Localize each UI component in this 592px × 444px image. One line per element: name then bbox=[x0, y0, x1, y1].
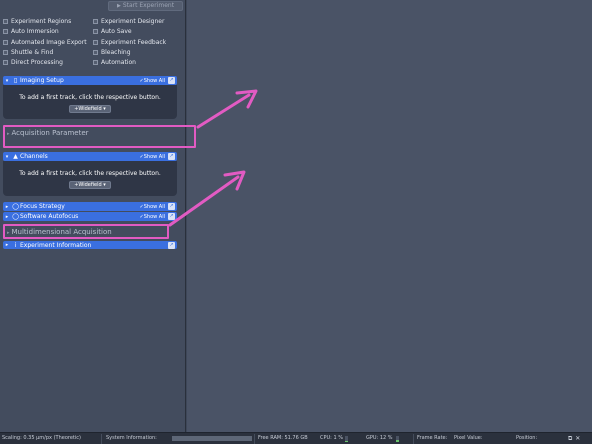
cpu-meter bbox=[345, 436, 348, 442]
status-bar: Scaling: 0.35 µm/px (Theoretic) System I… bbox=[0, 432, 592, 444]
status-frame-rate: Frame Rate: bbox=[417, 435, 448, 441]
status-divider bbox=[254, 434, 255, 444]
gpu-meter bbox=[396, 436, 399, 442]
annotation-arrows bbox=[168, 89, 258, 227]
close-icon[interactable]: ✕ bbox=[575, 435, 580, 443]
annotation-arrow-upper bbox=[196, 89, 258, 129]
status-scaling: Scaling: 0.35 µm/px (Theoretic) bbox=[2, 435, 81, 441]
status-free-ram: Free RAM: 51.76 GB bbox=[258, 435, 308, 441]
status-divider bbox=[413, 434, 414, 444]
cpu-meter-fill bbox=[345, 441, 348, 442]
status-position: Position: bbox=[516, 435, 538, 441]
gpu-meter-fill bbox=[396, 440, 399, 442]
window-controls: ⧉ ✕ bbox=[568, 435, 580, 443]
restore-icon[interactable]: ⧉ bbox=[568, 435, 572, 443]
annotation-arrow-lower bbox=[168, 170, 246, 227]
status-gpu: GPU: 12 % bbox=[366, 435, 393, 441]
status-divider bbox=[101, 434, 102, 444]
status-system-information: System Information: bbox=[106, 435, 157, 441]
status-pixel-value: Pixel Value: bbox=[454, 435, 483, 441]
status-cpu: CPU: 1 % bbox=[320, 435, 343, 441]
system-information-bar bbox=[172, 436, 252, 441]
